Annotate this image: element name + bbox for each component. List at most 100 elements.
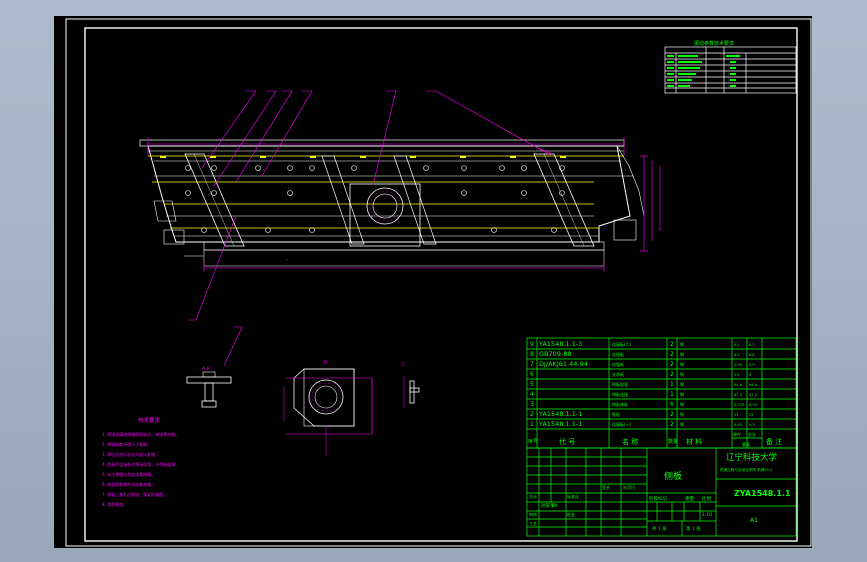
drawing-sheet: 振动参数技术要求 ─ A-A B C 技术要求 1. 焊接前清除焊缝两侧油污、锈… [65,18,812,547]
bom-cell-qty: 2 [670,421,674,428]
bom-cell-code: GB709-88 [539,350,572,358]
bom-cell-no: 2 [530,411,534,418]
notes-title: 技术要求 [138,416,161,424]
technical-notes: 技术要求 1. 焊接前清除焊缝两侧油污、锈蚀等杂物。 2. 焊缝高度不得小于板厚… [102,416,179,507]
bom-header-unit-weight: 单件 [733,431,741,437]
std-label: 标准化 [567,493,579,499]
bom-cell-no: 4 [530,391,534,398]
bom-header-qty: 数量 [668,438,678,445]
detail-view-b: B [283,360,373,456]
bom-cell-mat: 钢 [680,401,684,407]
bom-cell-qty: 2 [670,351,674,358]
note-item: 1. 焊接前清除焊缝两侧油污、锈蚀等杂物。 [102,431,179,437]
note-item: 3. 焊后应进行去应力退火处理。 [102,451,159,457]
bom-cell-mat: 钢 [680,371,684,377]
bom-cell-w2: 22 [749,413,754,417]
bom-cell-w1: 4.1 [734,343,740,347]
bom-rows: 9 YA1548.1.1-3 连接板(二) 2 钢 4.1 8.28 GB709-88 连接板 2… [530,340,758,428]
bom-cell-code: YA1548.1.1-1 [538,410,582,418]
overall-length-dim: ─ [285,257,289,262]
main-view [139,139,645,267]
bom-cell-w1: 94.6 [734,383,743,387]
bom-cell-w2: 8.8 [749,353,755,357]
bom-cell-code: YA1548.1.1-3 [538,340,582,348]
bom-cell-qty: 1 [670,381,674,388]
bom-cell-w2: 4.35 [749,403,757,407]
scale-label: 比例 [702,495,711,502]
parameter-table-title: 振动参数技术要求 [694,40,734,47]
note-item: 4. 各板件连接处应焊接牢固，不得有虚焊。 [102,461,179,467]
bom-cell-name: 连接板(一) [612,421,632,427]
bom-cell-name: 支承板 [612,371,624,377]
bom-cell-mat: 钢 [680,381,684,387]
bom-cell-no: 7 [530,361,534,368]
bom-cell-w1: 1.5 [734,373,740,377]
bom-cell-name: 连接板 [612,351,624,357]
bom-cell-qty: 2 [670,411,674,418]
bom-cell-mat: 钢 [680,351,684,357]
bom-cell-w2: 94.6 [749,383,758,387]
bom-cell-w1: 4.65 [734,423,742,427]
approve-label: 批准 [567,511,575,517]
detail-view-c: C [402,362,420,408]
weight-label: 重量 [685,495,694,502]
bom-header: 序号 代 号 名 称 数量 材 料 单件 总计 重量 备 注 [528,431,782,447]
drawing-number: ZYA1548.1.1 [734,489,791,498]
note-item: 8. 涂防锈漆。 [102,501,127,507]
drawing-frame [84,27,798,542]
bom-cell-w1: 11 [734,413,739,417]
bom-header-note: 备 注 [766,437,782,446]
bom-cell-name: 侧板加强 [612,381,628,387]
drawing-viewport[interactable]: 振动参数技术要求 ─ A-A B C 技术要求 1. 焊接前清除焊缝两侧油污、锈… [54,16,812,548]
bom-cell-mat: 钢 [680,361,684,367]
bom-header-name: 名 称 [622,437,638,446]
bom-cell-no: 3 [530,401,534,408]
detail-a-label: A-A [202,366,211,372]
bom-cell-w2: 5.9 [749,363,755,367]
bom-header-code: 代 号 [559,437,575,446]
bom-header-material: 材 料 [686,437,702,446]
title-block-text: 侧板 辽宁科技大学 机械工程与自动化学院 机械09-2 ZYA1548.1.1 … [529,452,791,532]
bom-cell-w2: 3 [749,373,751,377]
bom-cell-no: 8 [530,351,534,358]
bom-cell-no: 6 [530,371,534,378]
bom-cell-qty: 2 [670,371,674,378]
process-label: 工艺 [529,521,537,526]
bom-cell-w1: 47.2 [734,393,742,397]
dimension-lines [147,90,661,367]
note-item: 7. 侧板上各孔应配钻，保证同轴度。 [102,491,167,497]
bom-cell-name: 加强板 [612,361,624,367]
note-item: 6. 装配前各零件须检查合格。 [102,481,155,487]
bom-cell-name: 筋板 [612,411,620,417]
detail-b-label: B [324,360,327,366]
bom-cell-mat: 钢 [680,411,684,417]
sheet-count: 共 1 张 [652,525,667,532]
note-item: 2. 焊缝高度不得小于板厚。 [102,441,151,447]
bom-cell-mat: 钢 [680,341,684,347]
bom-cell-w1: 2.95 [734,363,742,367]
bom-cell-w2: 8.2 [749,343,755,347]
part-name: 侧板 [664,470,682,482]
designer-label: 设计 [529,493,537,499]
detail-c-label: C [402,362,405,368]
checker-label: 审核 [529,511,537,517]
bom-cell-w1: 4.4 [734,353,740,357]
date-label: 年月日 [623,484,635,490]
bom-cell-name: 侧板连接 [612,391,628,397]
detail-view-a: A-A [186,366,232,408]
sheet-size: A1 [750,517,758,524]
bom-cell-code: DJ/AKJ61.44-94 [539,360,588,368]
bom-cell-w1: 0.725 [734,403,744,407]
school-name: 辽宁科技大学 [726,452,778,463]
sheet-index: 第 1 张 [686,525,701,532]
designer-date: 09 [552,503,558,509]
stage-mark-label: 阶段标记 [649,495,667,502]
bom-cell-no: 1 [530,421,534,428]
bom-cell-qty: 1 [670,391,674,398]
bom-cell-mat: 钢 [680,421,684,427]
bom-cell-w2: 9.3 [749,423,755,427]
note-item: 5. 未注焊缝均为连续角焊缝。 [102,471,155,477]
bom-header-total-weight: 总计 [748,431,756,437]
bom-cell-no: 9 [530,341,534,348]
sign-label: 签名 [602,484,610,490]
